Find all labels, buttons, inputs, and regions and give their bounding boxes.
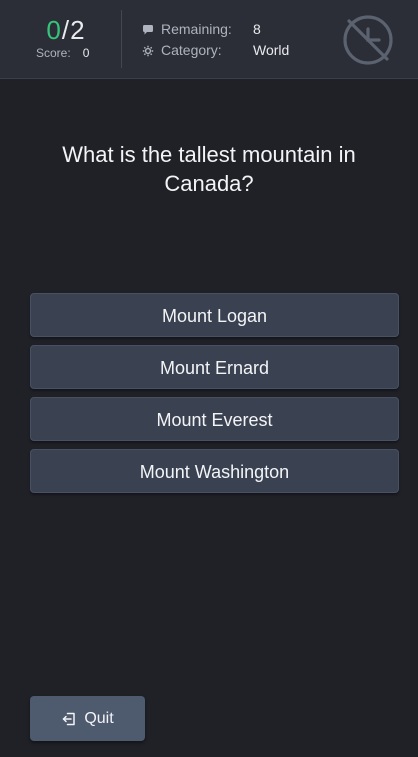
category-row: Category: World — [142, 42, 289, 58]
score-current: 0 — [46, 15, 62, 45]
score-total: 2 — [70, 15, 86, 45]
header-bar: 0/2 Score: 0 Remaining: 8 Category: World — [0, 0, 418, 79]
answer-list: Mount Logan Mount Ernard Mount Everest M… — [30, 293, 399, 501]
score-separator: / — [61, 15, 71, 45]
remaining-value: 8 — [253, 21, 261, 37]
quit-label: Quit — [84, 709, 114, 727]
question-text: What is the tallest mountain in Canada? — [62, 142, 356, 196]
gear-icon — [142, 44, 154, 57]
chat-bubble-icon — [142, 23, 154, 35]
category-value: World — [253, 42, 290, 58]
score-fraction: 0/2 — [30, 16, 102, 44]
answer-button[interactable]: Mount Washington — [30, 449, 399, 493]
score-row: Score: 0 — [30, 46, 102, 60]
score-label: Score: — [36, 46, 71, 60]
exit-icon — [63, 712, 76, 725]
score-panel: 0/2 Score: 0 — [30, 16, 102, 60]
answer-button[interactable]: Mount Ernard — [30, 345, 399, 389]
quit-button[interactable]: Quit — [30, 696, 145, 741]
answer-button[interactable]: Mount Everest — [30, 397, 399, 441]
category-label: Category: — [161, 42, 222, 58]
remaining-label: Remaining: — [161, 21, 232, 37]
header-divider — [121, 10, 122, 68]
answer-button[interactable]: Mount Logan — [30, 293, 399, 337]
score-value: 0 — [82, 46, 90, 60]
remaining-row: Remaining: 8 — [142, 21, 261, 37]
timer-off-icon[interactable] — [340, 12, 396, 68]
